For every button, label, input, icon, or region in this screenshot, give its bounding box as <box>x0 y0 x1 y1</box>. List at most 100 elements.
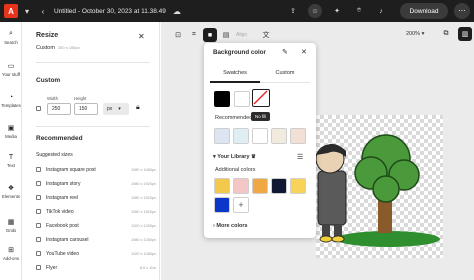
lightbulb-icon[interactable]: ✦ <box>330 4 344 18</box>
document-title[interactable]: Untitled - October 30, 2023 at 11.38.49 <box>54 8 166 15</box>
checkbox[interactable] <box>36 265 41 270</box>
plus-icon: + <box>238 200 244 210</box>
background-color-popover: Background color ✎ ✕ Swatches Custom Rec… <box>204 43 316 238</box>
current-size: Custom 250 x 150px <box>36 45 80 51</box>
library-toggle[interactable]: ▾ Your Library ♛ <box>213 154 256 160</box>
checkbox[interactable] <box>36 237 41 242</box>
swatch-additional-1[interactable] <box>214 178 230 194</box>
background-color-icon[interactable]: ■ <box>203 28 217 42</box>
chevron-down-icon[interactable]: ▾ <box>20 4 34 18</box>
top-bar: A ▾ ‹ Untitled - October 30, 2023 at 11.… <box>0 0 474 22</box>
translate-icon[interactable]: 文 <box>259 28 273 42</box>
divider <box>36 126 150 127</box>
left-rail: ⌕ Search ▭ Your stuff ◔ Templates ▣ Media TT… <box>0 22 22 280</box>
checkbox[interactable] <box>36 223 41 228</box>
library-icon: ♛ <box>249 154 256 160</box>
active-tab-indicator <box>210 81 260 83</box>
list-item[interactable]: Instagram story 1080 x 1920px <box>36 179 156 188</box>
rail-item-elements[interactable]: ❖ Elements <box>0 184 22 199</box>
rail-item-addons[interactable]: ⊞ Add-ons <box>0 246 22 261</box>
width-field[interactable]: 250 <box>47 103 71 115</box>
list-item[interactable]: Flyer 8.5 x 11in <box>36 263 156 272</box>
height-label: Height <box>74 96 87 101</box>
rail-item-media[interactable]: ▣ Media <box>0 124 22 139</box>
more-options-icon[interactable]: ⋯ <box>454 3 470 19</box>
rail-item-templates[interactable]: ◔ Templates <box>0 94 22 108</box>
rail-item-text[interactable]: T Text <box>0 154 22 168</box>
swatch-recommended-1[interactable] <box>214 128 230 144</box>
swatch-no-fill[interactable] <box>252 89 270 107</box>
swatch-recommended-3[interactable] <box>252 128 268 144</box>
character-illustration <box>315 134 440 247</box>
artboard[interactable] <box>315 115 443 258</box>
height-field[interactable]: 150 <box>74 103 98 115</box>
bell-icon[interactable]: ♪ <box>374 4 388 18</box>
checkbox[interactable] <box>36 209 41 214</box>
swatch-additional-6[interactable] <box>214 197 230 213</box>
close-icon[interactable]: ✕ <box>301 48 307 56</box>
grids-icon: ▦ <box>7 219 15 226</box>
lock-icon[interactable]: 🔒︎ <box>136 104 140 112</box>
checkbox[interactable] <box>36 251 41 256</box>
checkbox[interactable] <box>36 181 41 186</box>
swatch-additional-4[interactable] <box>271 178 287 194</box>
list-item[interactable]: Instagram reel 1080 x 1920px <box>36 193 156 202</box>
checkbox[interactable] <box>36 195 41 200</box>
swatch-white[interactable] <box>234 91 250 107</box>
unit-select[interactable]: px ▾ <box>103 103 129 115</box>
align-button[interactable]: Align <box>236 32 247 38</box>
swatch-black[interactable] <box>214 91 230 107</box>
rail-item-grids[interactable]: ▦ Grids <box>0 218 22 233</box>
zoom-level[interactable]: 200% ▾ <box>406 31 424 37</box>
swatch-recommended-5[interactable] <box>290 128 306 144</box>
tab-bar: Swatches Custom <box>210 70 310 83</box>
add-color-button[interactable]: + <box>233 197 249 213</box>
list-item[interactable]: TikTok video 1080 x 1920px <box>36 207 156 216</box>
elements-icon: ❖ <box>7 185 15 192</box>
pin-icon[interactable]: ⌾ <box>352 4 366 18</box>
tab-custom[interactable]: Custom <box>260 70 310 76</box>
list-item[interactable]: YouTube video 1920 x 1080px <box>36 249 156 258</box>
swatch-additional-3[interactable] <box>252 178 268 194</box>
swatch-additional-2[interactable] <box>233 178 249 194</box>
share-icon[interactable]: ⇪ <box>286 4 300 18</box>
swatch-recommended-2[interactable] <box>233 128 249 144</box>
list-item[interactable]: Instagram square post 1080 x 1080px <box>36 165 156 174</box>
settings-sliders-icon[interactable]: ☰ <box>297 153 303 161</box>
more-colors-toggle[interactable]: › More colors <box>213 223 248 229</box>
close-icon[interactable]: ✕ <box>138 32 145 41</box>
layers-panel-icon[interactable]: ⧉ <box>439 27 453 41</box>
app-logo[interactable]: A <box>4 4 18 18</box>
add-image-icon[interactable]: ⊡ <box>171 28 185 42</box>
rail-item-your-stuff[interactable]: ▭ Your stuff <box>0 62 22 77</box>
download-button[interactable]: Download <box>400 3 448 19</box>
swatch-recommended-4[interactable] <box>271 128 287 144</box>
swatch-additional-5[interactable] <box>290 178 306 194</box>
list-item[interactable]: Facebook post 1200 x 1200px <box>36 221 156 230</box>
no-fill-icon <box>253 90 268 105</box>
rail-item-search[interactable]: ⌕ Search <box>0 30 22 45</box>
additional-colors-label: Additional colors <box>215 167 256 173</box>
text-icon: T <box>8 154 14 161</box>
user-icon[interactable]: ☺ <box>308 4 322 18</box>
tooltip: No fill <box>251 112 271 121</box>
divider <box>36 62 150 63</box>
folder-icon: ▭ <box>7 63 15 70</box>
pages-icon[interactable]: ▥ <box>458 27 472 41</box>
media-icon: ▣ <box>7 125 15 132</box>
tab-swatches[interactable]: Swatches <box>210 70 260 76</box>
custom-heading: Custom <box>36 77 61 84</box>
layers-icon[interactable]: ▤ <box>219 28 233 42</box>
popover-title: Background color <box>213 49 266 56</box>
list-item[interactable]: Instagram carousel 1080 x 1350px <box>36 235 156 244</box>
crop-icon[interactable]: ⌗ <box>187 28 201 42</box>
recommended-heading: Recommended <box>36 135 83 142</box>
back-icon[interactable]: ‹ <box>36 4 50 18</box>
resize-panel: Resize ✕ Custom 250 x 150px Custom Width … <box>23 22 160 280</box>
eyedropper-icon[interactable]: ✎ <box>282 48 288 56</box>
addons-icon: ⊞ <box>8 247 14 254</box>
width-label: Width <box>47 96 58 101</box>
chevron-down-icon: ▾ <box>118 106 121 112</box>
checkbox[interactable] <box>36 167 41 172</box>
custom-checkbox[interactable] <box>36 106 41 111</box>
